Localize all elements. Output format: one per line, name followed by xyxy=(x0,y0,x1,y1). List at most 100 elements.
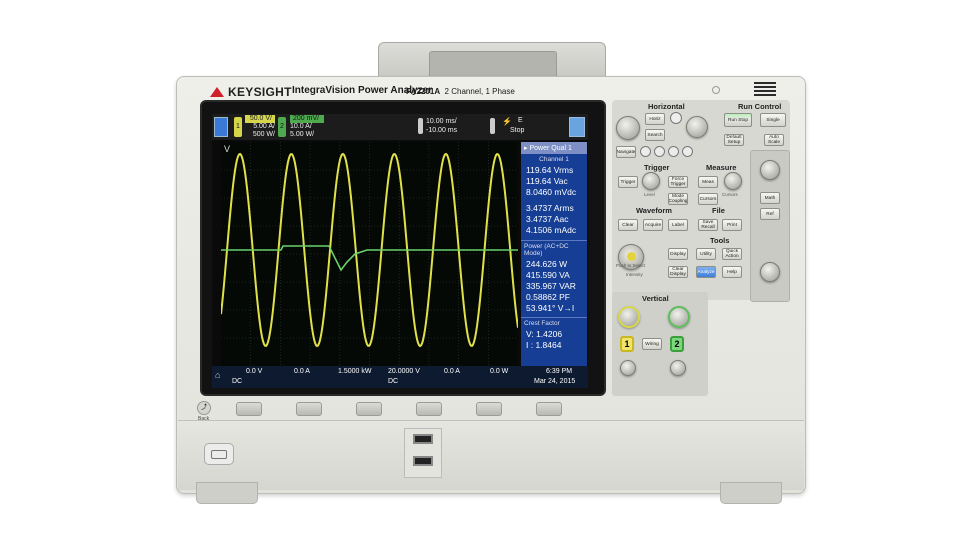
usb-port-icon[interactable] xyxy=(413,434,433,444)
power-button[interactable] xyxy=(204,443,234,465)
save-recall-button[interactable]: Save Recall xyxy=(698,219,718,231)
ch1-vertical-scale-knob[interactable] xyxy=(618,306,640,328)
softkey-2[interactable] xyxy=(296,402,322,416)
run-control-section-title: Run Control xyxy=(738,102,782,111)
crest-factor-label: Crest Factor xyxy=(524,320,560,327)
crest-v-value: V: 1.4206 xyxy=(526,329,563,339)
clock-time: 6:39 PM xyxy=(546,368,573,375)
analyze-button[interactable]: Analyze xyxy=(696,266,716,278)
horizontal-icon xyxy=(418,118,423,134)
label-button[interactable]: Label xyxy=(668,219,688,231)
trigger-level-knob[interactable] xyxy=(642,172,660,190)
force-trigger-button[interactable]: Force Trigger xyxy=(668,176,688,188)
usb-port-icon[interactable] xyxy=(413,456,433,466)
usb-port-panel xyxy=(404,428,442,478)
meas-button[interactable]: Meas xyxy=(698,176,718,188)
measure-icon[interactable] xyxy=(569,117,585,137)
default-setup-button[interactable]: Default Setup xyxy=(724,134,744,146)
softkey-1[interactable] xyxy=(236,402,262,416)
navigate-button[interactable]: Navigate xyxy=(616,146,636,158)
ch1-vertical-position-knob[interactable] xyxy=(620,360,636,376)
mode-coupling-button[interactable]: Mode Coupling xyxy=(668,193,688,205)
horizontal-position-knob[interactable] xyxy=(686,116,708,138)
display-button[interactable]: Display xyxy=(668,248,688,260)
vertical-section-title: Vertical xyxy=(642,294,669,303)
math-button[interactable]: Math xyxy=(760,192,780,204)
horizontal-settings: 10.00 ms/ -10.00 ms xyxy=(426,118,458,134)
vac-value: 119.64 Vac xyxy=(526,176,568,186)
menu-icon[interactable] xyxy=(214,117,228,137)
ch2-w-scale: 0.0 W xyxy=(490,368,509,375)
model-label: PA2201A 2 Channel, 1 Phase xyxy=(406,87,515,96)
ch1-w-scale: 1.5000 kW xyxy=(338,368,372,375)
ch2-scale: 200 mV/ 10.0 A/ 5.00 W/ xyxy=(290,115,324,139)
nav-forward-icon[interactable] xyxy=(682,146,693,157)
horiz-button[interactable]: Horiz xyxy=(645,113,665,125)
single-button[interactable]: Single xyxy=(760,113,786,127)
help-button[interactable]: Help xyxy=(722,266,742,278)
vrms-value: 119.64 Vrms xyxy=(526,165,574,175)
acquire-button[interactable]: Acquire xyxy=(643,219,663,231)
measure-section-title: Measure xyxy=(706,163,737,172)
run-state: Stop xyxy=(510,127,525,134)
ch2-v-offset: 20.0000 V xyxy=(388,368,420,375)
horizontal-section-title: Horizontal xyxy=(648,102,685,111)
ch2-a-offset: 0.0 A xyxy=(444,368,460,375)
clock-date: Mar 24, 2015 xyxy=(534,378,576,385)
auto-scale-button[interactable]: Auto Scale xyxy=(764,134,784,146)
waveform-plot[interactable]: V xyxy=(220,142,519,366)
print-button[interactable]: Print xyxy=(722,219,742,231)
zoom-icon[interactable] xyxy=(670,112,682,124)
nav-back-icon[interactable] xyxy=(640,146,651,157)
multipurpose-knob[interactable] xyxy=(760,160,780,180)
brand-logo: KEYSIGHT xyxy=(210,85,292,99)
run-stop-button[interactable]: Run Stop xyxy=(724,113,752,127)
arms-value: 3.4737 Arms xyxy=(526,203,574,213)
ch1-coupling: DC xyxy=(232,378,243,385)
ch2-button[interactable]: 2 xyxy=(670,336,684,352)
softkey-6[interactable] xyxy=(536,402,562,416)
level-label: Level xyxy=(644,192,655,197)
home-icon[interactable]: ⌂ xyxy=(215,370,220,380)
control-panel: Horizontal Run Control Horiz Search Navi… xyxy=(612,100,790,398)
plot-axis-label: V xyxy=(224,144,231,154)
trigger-section-title: Trigger xyxy=(644,163,670,172)
ch1-button[interactable]: 1 xyxy=(620,336,634,352)
back-label: Back xyxy=(198,416,210,422)
utility-button[interactable]: Utility xyxy=(696,248,716,260)
screen-bottombar: ⌂ 0.0 V DC 0.0 A 1.5000 kW 20.0000 V DC … xyxy=(212,366,588,388)
quick-action-button[interactable]: Quick Action xyxy=(722,248,742,260)
cursors-label: Cursors xyxy=(722,192,738,197)
horizontal-scale-knob[interactable] xyxy=(616,116,640,140)
measurement-panel-title[interactable]: ▸ Power Qual 1 xyxy=(521,142,587,154)
ref-knob[interactable] xyxy=(760,262,780,282)
waveform-svg xyxy=(220,142,519,366)
search-button[interactable]: Search xyxy=(645,129,665,141)
vdc-value: 8.0460 mVdc xyxy=(526,187,577,197)
ch1-scale: 50.0 V/ 5.00 A/ 500 W/ xyxy=(245,115,275,139)
pf-value: 0.58862 PF xyxy=(526,292,570,302)
crest-i-value: I : 1.8464 xyxy=(526,340,562,350)
ch2-vertical-position-knob[interactable] xyxy=(670,360,686,376)
keysight-logo-icon xyxy=(210,87,224,97)
ch1-v-offset: 0.0 V xyxy=(246,368,263,375)
ch2-vertical-scale-knob[interactable] xyxy=(668,306,690,328)
phase-value: 53.941° V→I xyxy=(526,303,575,313)
nav-stop-icon[interactable] xyxy=(668,146,679,157)
clear-display-button[interactable]: Clear Display xyxy=(668,266,688,278)
back-button[interactable]: ⤴ xyxy=(197,401,211,415)
softkey-3[interactable] xyxy=(356,402,382,416)
ref-button[interactable]: Ref xyxy=(760,208,780,220)
wiring-button[interactable]: Wiring xyxy=(642,338,662,350)
clear-button[interactable]: Clear xyxy=(618,219,638,231)
ch2-indicator[interactable]: 2 xyxy=(278,117,286,137)
softkey-4[interactable] xyxy=(416,402,442,416)
file-section-title: File xyxy=(712,206,725,215)
ch1-indicator[interactable]: 1 xyxy=(234,117,242,137)
cursors-button[interactable]: Cursors xyxy=(698,193,718,205)
foot-right xyxy=(720,482,782,504)
nav-play-icon[interactable] xyxy=(654,146,665,157)
cursors-knob[interactable] xyxy=(724,172,742,190)
trigger-button[interactable]: Trigger xyxy=(618,176,638,188)
softkey-5[interactable] xyxy=(476,402,502,416)
